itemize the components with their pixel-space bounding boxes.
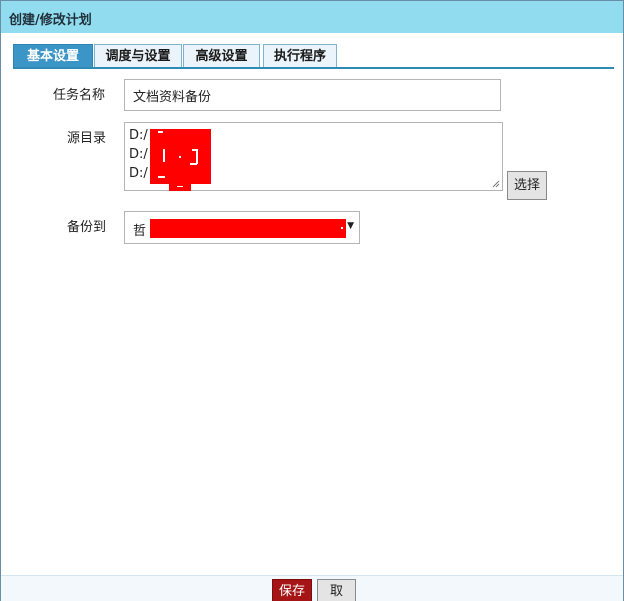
- source-dir-label: 源目录: [67, 131, 107, 146]
- cancel-button[interactable]: 取消: [317, 579, 356, 601]
- tab-underline: [13, 67, 614, 69]
- plan-dialog: 创建/修改计划 基本设置 调度与设置 高级设置 执行程序 任务名称 源目录 D:…: [0, 0, 624, 601]
- backup-to-label: 备份到: [67, 220, 107, 235]
- redaction-block: [150, 219, 346, 238]
- dialog-title: 创建/修改计划: [9, 13, 92, 28]
- tab-execute-program[interactable]: 执行程序: [263, 44, 337, 67]
- dropdown-arrow-icon[interactable]: ▼: [347, 221, 354, 231]
- tab-advanced-settings[interactable]: 高级设置: [183, 44, 260, 67]
- tab-schedule-settings[interactable]: 调度与设置: [94, 44, 182, 67]
- backup-to-value: 哲: [133, 224, 147, 239]
- tab-basic-settings[interactable]: 基本设置: [13, 44, 93, 68]
- tab-strip: 基本设置 调度与设置 高级设置 执行程序: [13, 44, 613, 69]
- task-name-input[interactable]: [124, 79, 501, 111]
- redaction-block: [150, 129, 211, 184]
- dialog-titlebar[interactable]: 创建/修改计划: [1, 0, 623, 33]
- choose-button[interactable]: 选择: [507, 171, 547, 200]
- dialog-footer: [1, 575, 623, 601]
- task-name-label: 任务名称: [53, 88, 106, 103]
- resize-grip-icon[interactable]: [492, 180, 500, 188]
- redaction-block: [169, 182, 191, 191]
- save-button[interactable]: 保存: [272, 579, 312, 601]
